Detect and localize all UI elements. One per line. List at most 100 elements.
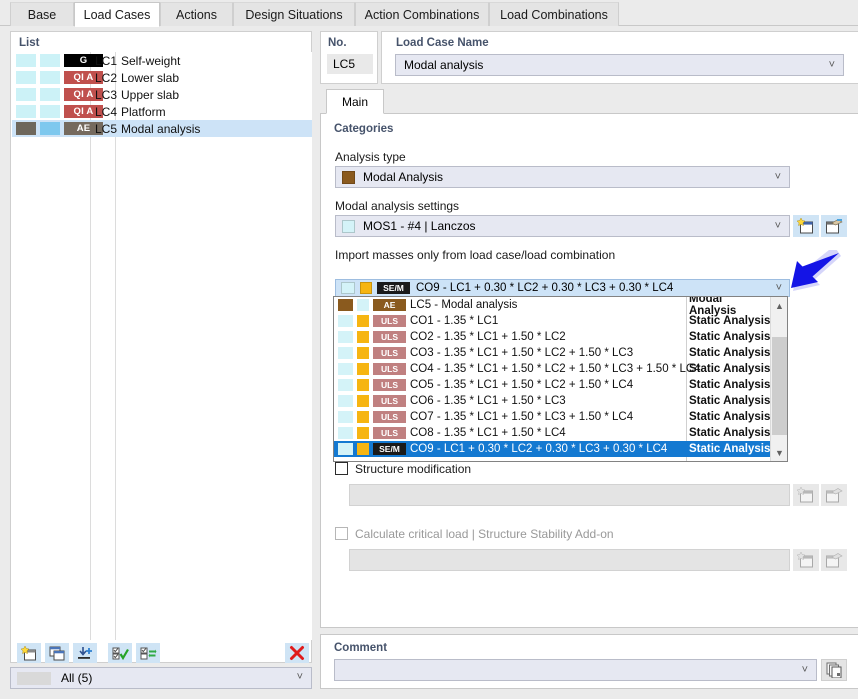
load-case-name: Upper slab	[121, 87, 180, 102]
arrow-pointer-icon	[791, 246, 841, 291]
new-modal-settings-button[interactable]	[793, 215, 819, 237]
load-case-list[interactable]: G LC1 Self-weight QI A LC2 Lower slab QI…	[12, 52, 312, 640]
table-row-selected[interactable]: AE LC5 Modal analysis	[12, 120, 312, 137]
modal-settings-dropdown[interactable]: MOS1 - #4 | Lanczos ˅	[335, 215, 790, 237]
load-case-name-input[interactable]: Modal analysis ˅	[395, 54, 844, 76]
copy-stack-icon	[826, 662, 841, 678]
tab-actions[interactable]: Actions	[160, 2, 233, 26]
list-item[interactable]: AE LC5 - Modal analysis Modal Analysis	[334, 297, 772, 317]
select-all-button[interactable]	[108, 643, 132, 663]
item-analysis-type: Static Analysis	[689, 443, 771, 455]
item-badge: ULS	[373, 331, 406, 343]
load-case-number: LC4	[95, 104, 118, 119]
calculate-critical-load-checkbox[interactable]	[335, 527, 348, 540]
new-page-icon	[20, 645, 36, 660]
item-badge: ULS	[373, 315, 406, 327]
list-item[interactable]: ULS CO3 - 1.35 * LC1 + 1.50 * LC2 + 1.50…	[334, 345, 772, 361]
item-label: CO8 - 1.35 * LC1 + 1.50 * LC4	[410, 427, 566, 439]
import-masses-swatch-2	[360, 282, 372, 294]
import-masses-dropdown-list[interactable]: AE LC5 - Modal analysis Modal Analysis U…	[333, 296, 788, 462]
scroll-up-arrow-icon[interactable]: ▲	[771, 297, 787, 314]
item-color-swatch-2	[357, 411, 369, 423]
copy-page-icon	[49, 646, 64, 660]
edit-page-icon	[826, 553, 843, 568]
item-color-swatch-2	[357, 379, 369, 391]
new-page-icon	[797, 487, 813, 503]
item-label: CO4 - 1.35 * LC1 + 1.50 * LC2 + 1.50 * L…	[410, 363, 701, 375]
tab-design-situations[interactable]: Design Situations	[233, 2, 355, 26]
edit-modal-settings-button[interactable]	[821, 215, 847, 237]
analysis-type-dropdown[interactable]: Modal Analysis ˅	[335, 166, 790, 188]
table-row[interactable]: G LC1 Self-weight	[12, 52, 312, 69]
item-color-swatch-1	[338, 395, 353, 407]
item-label: CO2 - 1.35 * LC1 + 1.50 * LC2	[410, 331, 566, 343]
item-color-swatch-2	[357, 443, 369, 455]
new-structure-modification-button	[793, 484, 819, 506]
analysis-type-value: Modal Analysis	[363, 170, 444, 184]
modal-settings-label: Modal analysis settings	[335, 199, 460, 213]
load-case-name: Modal analysis	[121, 121, 201, 136]
row-color-swatch-1	[16, 71, 36, 84]
list-column-divider-1	[90, 52, 91, 640]
table-row[interactable]: QI A LC2 Lower slab	[12, 69, 312, 86]
scrollbar-thumb[interactable]	[772, 337, 787, 435]
new-load-case-button[interactable]	[17, 643, 41, 663]
structure-modification-field[interactable]	[349, 484, 790, 506]
list-item[interactable]: ULS CO7 - 1.35 * LC1 + 1.50 * LC3 + 1.50…	[334, 409, 772, 425]
invert-check-icon	[140, 647, 156, 659]
item-label: CO9 - LC1 + 0.30 * LC2 + 0.30 * LC3 + 0.…	[410, 443, 668, 455]
list-filter-dropdown[interactable]: All (5) ˅	[10, 667, 312, 689]
insert-load-case-button[interactable]	[73, 643, 97, 663]
row-color-swatch-1	[16, 54, 36, 67]
dropdown-scrollbar[interactable]: ▲ ▼	[770, 297, 787, 461]
item-analysis-type: Static Analysis	[689, 427, 771, 439]
tab-load-cases[interactable]: Load Cases	[74, 2, 160, 27]
delete-button[interactable]	[285, 643, 309, 663]
tab-load-combinations[interactable]: Load Combinations	[489, 2, 619, 26]
item-color-swatch-1	[338, 315, 353, 327]
tab-strip: Base Load Cases Actions Design Situation…	[0, 0, 858, 27]
item-color-swatch-1	[338, 347, 353, 359]
tab-action-combinations[interactable]: Action Combinations	[355, 2, 489, 26]
structure-modification-checkbox[interactable]	[335, 462, 348, 475]
item-color-swatch-1	[338, 331, 353, 343]
invert-selection-button[interactable]	[136, 643, 160, 663]
item-color-swatch-2	[357, 395, 369, 407]
table-row[interactable]: QI A LC3 Upper slab	[12, 86, 312, 103]
list-item[interactable]: ULS CO5 - 1.35 * LC1 + 1.50 * LC2 + 1.50…	[334, 377, 772, 393]
comment-templates-button[interactable]	[821, 659, 847, 681]
item-badge: ULS	[373, 363, 406, 375]
table-row[interactable]: QI A LC4 Platform	[12, 103, 312, 120]
list-caption: List	[19, 37, 40, 49]
item-color-swatch-2	[357, 427, 369, 439]
load-case-name: Platform	[121, 104, 166, 119]
list-item[interactable]: ULS CO8 - 1.35 * LC1 + 1.50 * LC4 Static…	[334, 425, 772, 441]
list-item[interactable]: ULS CO1 - 1.35 * LC1 Static Analysis	[334, 313, 772, 329]
copy-load-case-button[interactable]	[45, 643, 69, 663]
row-color-swatch-1	[16, 122, 36, 135]
import-masses-value: CO9 - LC1 + 0.30 * LC2 + 0.30 * LC3 + 0.…	[416, 282, 674, 294]
list-item-selected[interactable]: SE/M CO9 - LC1 + 0.30 * LC2 + 0.30 * LC3…	[334, 441, 787, 457]
chevron-down-icon: ˅	[774, 170, 781, 183]
item-label: CO1 - 1.35 * LC1	[410, 315, 499, 327]
chevron-down-icon: ˅	[775, 281, 782, 294]
scroll-down-arrow-icon[interactable]: ▼	[771, 444, 787, 461]
comment-input[interactable]: ˅	[334, 659, 817, 681]
list-item[interactable]: ULS CO4 - 1.35 * LC1 + 1.50 * LC2 + 1.50…	[334, 361, 772, 377]
edit-stability-settings-button	[821, 549, 847, 571]
item-badge: ULS	[373, 427, 406, 439]
item-label: LC5 - Modal analysis	[410, 299, 518, 311]
structure-modification-label: Structure modification	[355, 462, 472, 476]
item-analysis-type: Static Analysis	[689, 363, 771, 375]
filter-label: All (5)	[61, 671, 93, 685]
import-masses-dropdown[interactable]: SE/M CO9 - LC1 + 0.30 * LC2 + 0.30 * LC3…	[335, 279, 790, 297]
item-analysis-type: Static Analysis	[689, 379, 771, 391]
tab-base[interactable]: Base	[10, 2, 74, 26]
item-color-swatch-2	[357, 347, 369, 359]
item-badge: ULS	[373, 347, 406, 359]
analysis-type-label: Analysis type	[335, 150, 406, 164]
tab-main[interactable]: Main	[326, 89, 384, 114]
item-color-swatch-2	[357, 299, 369, 311]
list-item[interactable]: ULS CO2 - 1.35 * LC1 + 1.50 * LC2 Static…	[334, 329, 772, 345]
list-item[interactable]: ULS CO6 - 1.35 * LC1 + 1.50 * LC3 Static…	[334, 393, 772, 409]
